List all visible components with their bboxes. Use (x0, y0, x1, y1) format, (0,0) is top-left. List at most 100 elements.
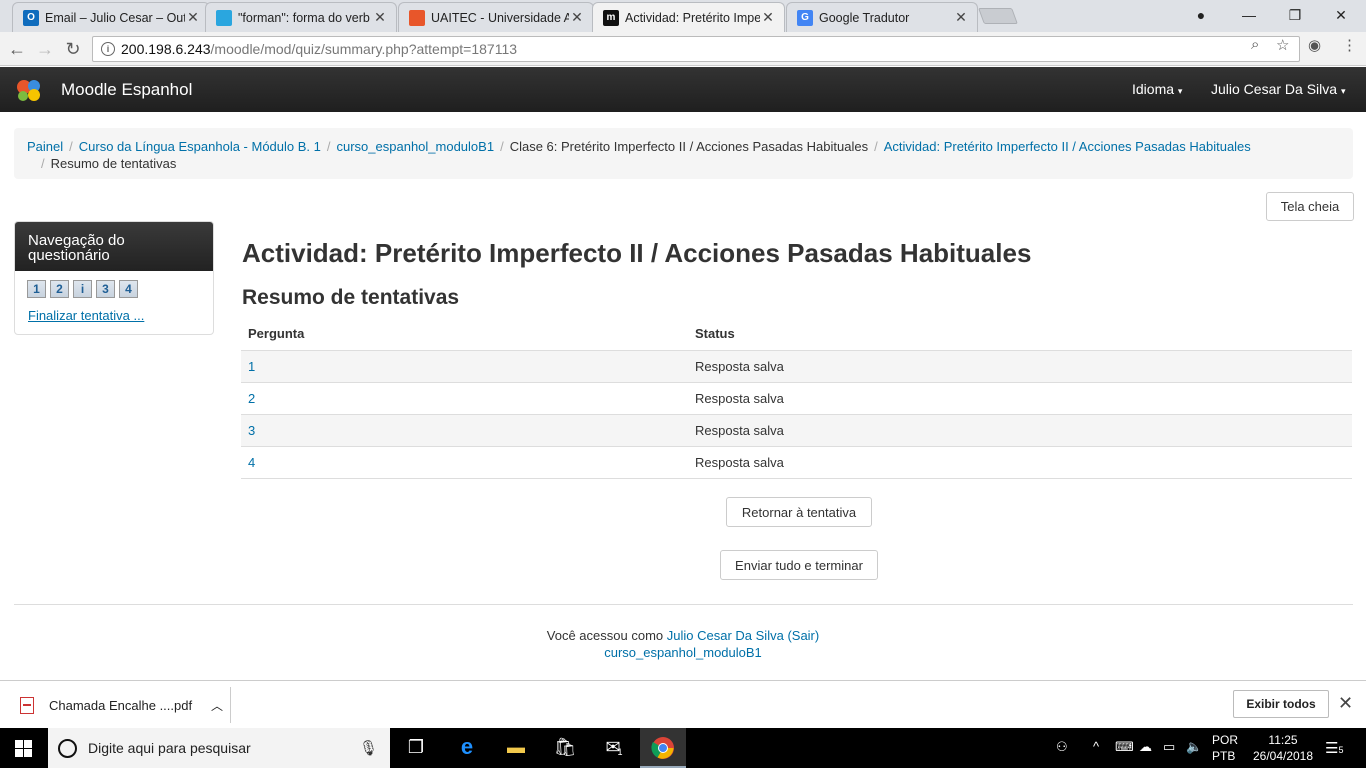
status-cell: Resposta salva (688, 350, 1352, 383)
network-icon[interactable]: ▭ (1163, 739, 1175, 755)
tab-priberam[interactable]: "forman": forma do verb ✕ (205, 2, 397, 32)
breadcrumb-painel[interactable]: Painel (27, 139, 63, 154)
volume-icon[interactable]: 🔈 (1186, 739, 1202, 755)
footer-course-link[interactable]: curso_espanhol_moduloB1 (604, 645, 762, 660)
logged-in-text: Você acessou como (546, 628, 664, 643)
tab-title: "forman": forma do verb (238, 10, 370, 25)
language-menu[interactable]: Idioma ▾ (1132, 81, 1182, 97)
back-icon[interactable]: ← (5, 37, 29, 61)
show-all-downloads-button[interactable]: Exibir todos (1233, 690, 1329, 718)
download-item[interactable]: Chamada Encalhe ....pdf ︿ (0, 687, 231, 723)
submit-all-button[interactable]: Enviar tudo e terminar (720, 550, 878, 580)
quiz-nav-question-1[interactable]: 1 (27, 280, 46, 298)
block-title: Navegação do questionário (15, 222, 213, 271)
action-center-icon[interactable]: ☰5 (1325, 739, 1343, 757)
task-view-icon[interactable]: ❐ (404, 735, 428, 759)
question-link[interactable]: 4 (248, 455, 255, 470)
footer-user-link[interactable]: Julio Cesar Da Silva (667, 628, 784, 643)
people-icon[interactable]: ⚇ (1056, 739, 1068, 755)
download-bar: Chamada Encalhe ....pdf ︿ Exibir todos ✕ (0, 680, 1366, 728)
close-icon[interactable]: ✕ (372, 9, 388, 26)
input-language[interactable]: POR PTB (1212, 732, 1238, 764)
mail-icon[interactable]: ✉ 1 (602, 735, 626, 759)
finish-attempt-link[interactable]: Finalizar tentativa ... (28, 308, 144, 323)
tab-email[interactable]: O Email – Julio Cesar – Out ✕ (12, 2, 210, 32)
minimize-icon[interactable]: — (1226, 0, 1272, 30)
info-icon[interactable]: i (101, 42, 115, 56)
url-field[interactable]: i 200.198.6.243/moodle/mod/quiz/summary.… (92, 36, 1300, 62)
breadcrumb-course-shortname[interactable]: curso_espanhol_moduloB1 (337, 139, 495, 154)
close-icon[interactable]: ✕ (953, 9, 969, 26)
quiz-nav-question-2[interactable]: 2 (50, 280, 69, 298)
fullscreen-button[interactable]: Tela cheia (1266, 192, 1354, 221)
chevron-up-icon[interactable]: ︿ (211, 697, 223, 714)
tab-title: UAITEC - Universidade Ab (431, 10, 569, 25)
column-header-status: Status (688, 318, 1352, 351)
return-to-attempt-button[interactable]: Retornar à tentativa (726, 497, 872, 527)
onedrive-icon[interactable]: ☁ (1139, 739, 1152, 755)
user-menu[interactable]: Julio Cesar Da Silva ▾ (1211, 81, 1345, 97)
url-path: /moodle/mod/quiz/summary.php?attempt=187… (210, 41, 518, 57)
extension-icon[interactable]: ◉ (1308, 36, 1321, 54)
file-explorer-icon[interactable]: ▬ (504, 735, 528, 759)
quiz-nav-info[interactable]: i (73, 280, 92, 298)
breadcrumb-section: Clase 6: Pretérito Imperfecto II / Accio… (509, 139, 869, 154)
bookmark-star-icon[interactable]: ☆ (1276, 36, 1289, 54)
caret-down-icon: ▾ (1177, 86, 1183, 96)
close-icon[interactable]: ✕ (185, 9, 201, 26)
new-tab-button[interactable] (978, 8, 1018, 24)
chrome-taskbar-button[interactable] (640, 728, 686, 768)
tab-actividad[interactable]: m Actividad: Pretérito Impe ✕ (592, 2, 785, 32)
site-brand[interactable]: Moodle Espanhol (61, 80, 192, 100)
restore-icon[interactable]: ❐ (1272, 0, 1318, 30)
keyboard-icon[interactable]: ⌨ (1115, 739, 1134, 755)
tab-google-tradutor[interactable]: G Google Tradutor ✕ (786, 2, 978, 32)
profile-icon[interactable]: ● (1178, 0, 1224, 30)
user-menu-label: Julio Cesar Da Silva (1211, 81, 1338, 97)
address-toolbar: ← → ↻ i 200.198.6.243/moodle/mod/quiz/su… (0, 32, 1366, 66)
url-host: 200.198.6.243 (121, 41, 211, 57)
pdf-file-icon (20, 696, 34, 714)
reload-icon[interactable]: ↻ (61, 37, 85, 61)
caret-down-icon: ▾ (1340, 86, 1346, 96)
menu-icon[interactable]: ⋮ (1342, 36, 1357, 54)
zoom-icon[interactable]: ⌕ (1251, 36, 1259, 53)
tab-uaitec[interactable]: UAITEC - Universidade Ab ✕ (398, 2, 594, 32)
status-cell: Resposta salva (688, 414, 1352, 447)
system-clock[interactable]: 11:25 26/04/2018 (1246, 732, 1320, 764)
close-icon[interactable]: ✕ (760, 9, 776, 26)
logout-link[interactable]: (Sair) (787, 628, 819, 643)
question-link[interactable]: 3 (248, 423, 255, 438)
breadcrumb-activity[interactable]: Actividad: Pretérito Imperfecto II / Acc… (884, 139, 1251, 154)
attempt-summary-table: Pergunta Status 1 Resposta salva 2 Respo… (241, 318, 1352, 479)
quiz-nav-question-3[interactable]: 3 (96, 280, 115, 298)
moodle-navbar: Moodle Espanhol Idioma ▾ Julio Cesar Da … (0, 67, 1366, 112)
edge-icon[interactable]: e (455, 734, 479, 759)
forward-icon[interactable]: → (33, 37, 57, 61)
question-link[interactable]: 2 (248, 391, 255, 406)
uaitec-icon (409, 9, 425, 26)
question-link[interactable]: 1 (248, 359, 255, 374)
quiz-nav-buttons: 1 2 i 3 4 (27, 280, 138, 298)
tray-chevron-icon[interactable]: ^ (1093, 739, 1099, 754)
close-download-bar-icon[interactable]: ✕ (1338, 693, 1353, 714)
microphone-icon[interactable]: 🎙 (359, 739, 378, 757)
store-icon[interactable]: 🛍 (553, 735, 577, 759)
breadcrumb-separator: / (326, 139, 331, 154)
cortana-icon (58, 738, 77, 758)
status-cell: Resposta salva (688, 382, 1352, 415)
table-row: 3 Resposta salva (241, 414, 1352, 447)
moodle-logo-icon (17, 80, 40, 101)
quiz-navigation-block: Navegação do questionário 1 2 i 3 4 Fina… (14, 221, 214, 335)
window-close-icon[interactable]: ✕ (1318, 0, 1364, 30)
tab-title: Email – Julio Cesar – Out (45, 10, 185, 25)
close-icon[interactable]: ✕ (569, 9, 585, 26)
windows-start-icon[interactable] (15, 740, 32, 757)
chrome-icon (651, 737, 674, 759)
breadcrumb-separator: / (874, 139, 878, 154)
taskbar-search-input[interactable]: Digite aqui para pesquisar 🎙 (48, 728, 390, 768)
windows-taskbar: Digite aqui para pesquisar 🎙 ❐ e ▬ 🛍 ✉ 1 … (0, 728, 1366, 768)
quiz-nav-question-4[interactable]: 4 (119, 280, 138, 298)
breadcrumb-course[interactable]: Curso da Língua Espanhola - Módulo B. 1 (79, 139, 321, 154)
table-row: 4 Resposta salva (241, 446, 1352, 479)
